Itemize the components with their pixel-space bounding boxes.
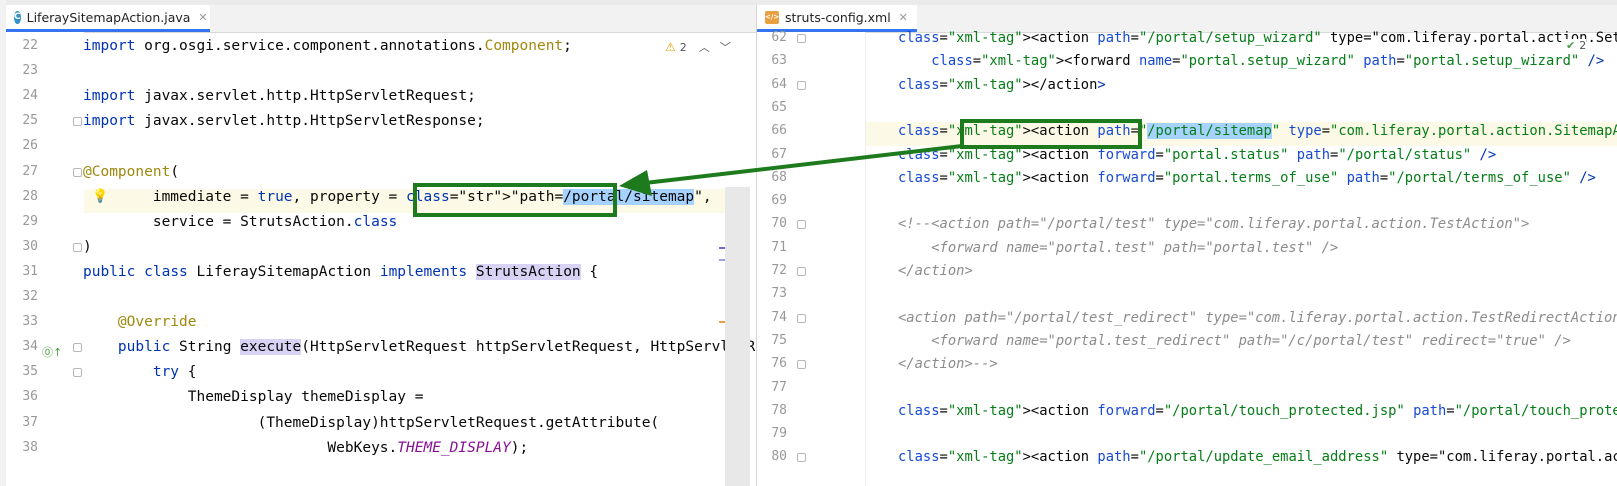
arrow-head [619,170,652,196]
arrow-shaft [644,144,963,185]
annotation-arrow [619,144,963,196]
